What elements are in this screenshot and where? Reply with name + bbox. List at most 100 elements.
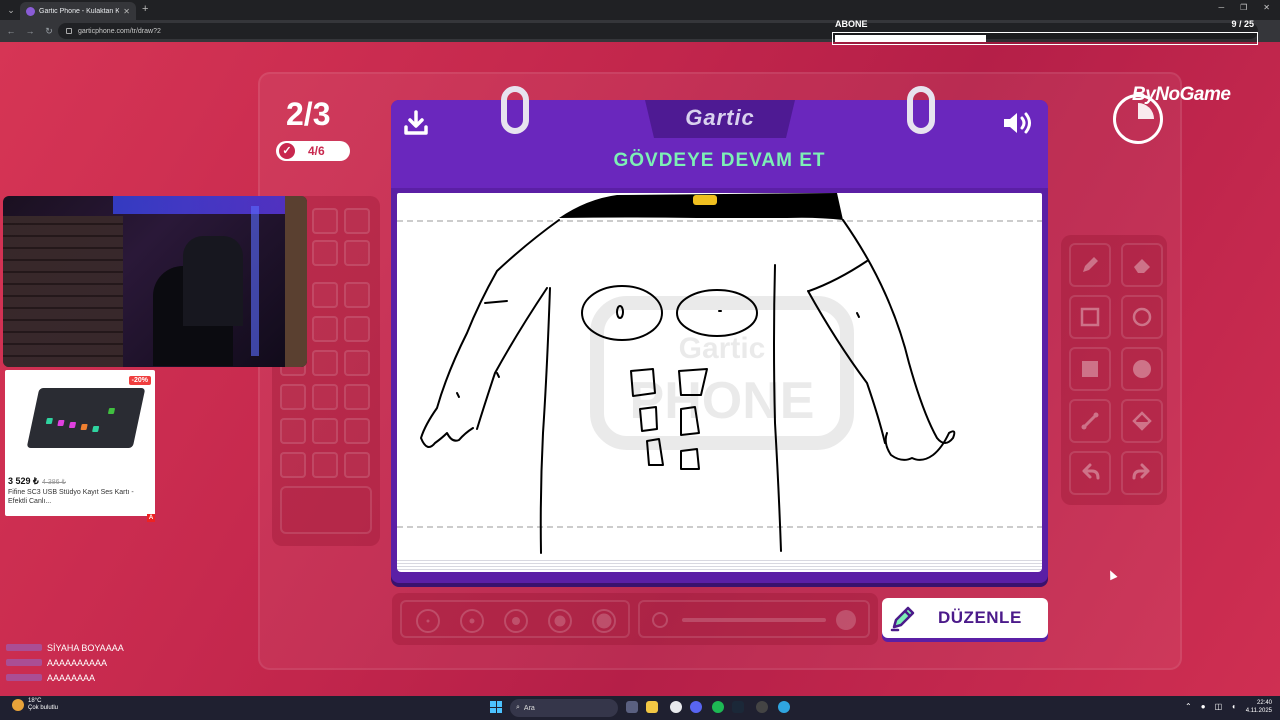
color-swatch[interactable] <box>344 316 370 342</box>
tray-overflow-icon[interactable]: ⌃ <box>1185 702 1192 711</box>
undo-icon <box>1082 463 1100 480</box>
color-swatch[interactable] <box>312 384 338 410</box>
site-info-icon[interactable] <box>66 28 72 34</box>
drawing-canvas[interactable]: Gartic PHONE <box>397 193 1042 569</box>
webcam-light-side <box>251 206 259 356</box>
brush-size-2[interactable] <box>460 609 484 633</box>
chat-message: AAAAAAAAAA <box>6 655 124 670</box>
tab-title: Gartic Phone - Kulaktan Kulağa <box>39 7 120 15</box>
network-icon[interactable]: ◫ <box>1215 702 1223 711</box>
tool-redo[interactable] <box>1121 451 1163 495</box>
weather-icon <box>12 699 24 711</box>
close-window-icon[interactable]: ✕ <box>1263 3 1270 12</box>
opacity-slider[interactable] <box>638 600 870 638</box>
chat-message-text: AAAAAAAA <box>47 672 96 683</box>
opacity-track[interactable] <box>682 618 826 622</box>
tool-ellipse-outline[interactable] <box>1121 295 1163 339</box>
tool-eraser[interactable] <box>1121 243 1163 287</box>
spotify-icon[interactable] <box>712 701 724 713</box>
steam-icon[interactable] <box>732 701 744 713</box>
bynogame-overlay: ByNoGame <box>1112 82 1242 144</box>
microphone-icon[interactable]: ● <box>1201 702 1206 711</box>
color-swatch[interactable] <box>280 452 306 478</box>
color-swatch[interactable] <box>312 418 338 444</box>
clock-date: 4.11.2025 <box>1245 708 1272 714</box>
browser-tab[interactable]: Gartic Phone - Kulaktan Kulağa ✕ <box>20 2 136 20</box>
chat-username <box>6 674 42 681</box>
obs-icon[interactable] <box>756 701 768 713</box>
brush-size-5[interactable] <box>592 609 616 633</box>
search-icon: ⌕ <box>516 704 520 711</box>
sound-icon[interactable] <box>1001 110 1035 136</box>
color-swatch[interactable] <box>312 350 338 376</box>
tool-pencil[interactable] <box>1069 243 1111 287</box>
color-swatch[interactable] <box>344 384 370 410</box>
product-image <box>26 388 146 448</box>
tool-undo[interactable] <box>1069 451 1111 495</box>
weather-widget[interactable]: 18°C Çok bulutlu <box>12 698 58 712</box>
product-ad[interactable]: -20% 3 529 ₺ 4 386 ₺ Fifine SC3 USB Stüd… <box>5 370 155 522</box>
custom-color-swatch[interactable] <box>280 486 372 534</box>
brush-size-3[interactable] <box>504 609 528 633</box>
color-swatch[interactable] <box>312 282 338 308</box>
players-done-count: 4/6 <box>308 144 325 158</box>
binder-ring-left <box>501 86 529 134</box>
download-icon[interactable] <box>403 110 429 136</box>
color-swatch[interactable] <box>344 282 370 308</box>
reload-icon[interactable]: ↻ <box>41 26 57 37</box>
minimize-icon[interactable]: ─ <box>1218 3 1224 12</box>
taskbar-search[interactable]: ⌕ Ara <box>510 699 618 717</box>
chrome-icon[interactable] <box>670 701 682 713</box>
color-swatch[interactable] <box>312 316 338 342</box>
tool-rectangle-filled[interactable] <box>1069 347 1111 391</box>
drawing-strokes: Gartic PHONE <box>397 193 1042 554</box>
webcam-shelf <box>285 196 307 367</box>
gartic-logo: Gartic <box>685 105 755 130</box>
subscriber-goal-label: ABONE <box>835 19 868 29</box>
tool-ellipse-filled[interactable] <box>1121 347 1163 391</box>
color-swatch[interactable] <box>344 208 370 234</box>
system-clock[interactable]: 22:40 4.11.2025 <box>1246 699 1272 715</box>
color-swatch[interactable] <box>312 208 338 234</box>
brush-size-1[interactable] <box>416 609 440 633</box>
volume-icon[interactable]: ◖ <box>1231 702 1236 711</box>
weather-desc: Çok bulutlu <box>28 705 59 711</box>
edge-icon[interactable] <box>778 701 790 713</box>
webcam-light <box>113 196 303 214</box>
weather-temp: 18°C <box>28 698 42 704</box>
restore-icon[interactable]: ❐ <box>1240 3 1247 12</box>
drawing-panel: Gartic GÖVDEYE DEVAM ET Gartic PHONE <box>391 86 1048 583</box>
system-tray: ⌃ ● ◫ ◖ <box>1185 702 1236 711</box>
ad-marker-icon: A <box>147 514 155 522</box>
back-icon[interactable]: ← <box>3 26 19 36</box>
color-swatch[interactable] <box>344 240 370 266</box>
close-tab-icon[interactable]: ✕ <box>123 7 130 16</box>
tool-fill-bucket[interactable] <box>1121 399 1163 443</box>
color-swatch[interactable] <box>280 418 306 444</box>
pencil-icon <box>890 606 915 632</box>
color-swatch[interactable] <box>344 418 370 444</box>
task-view-icon[interactable] <box>626 701 638 713</box>
tool-rectangle-outline[interactable] <box>1069 295 1111 339</box>
new-tab-icon[interactable]: + <box>142 3 148 15</box>
brush-controls <box>392 593 878 645</box>
color-swatch[interactable] <box>312 240 338 266</box>
edit-button[interactable]: DÜZENLE <box>882 598 1048 638</box>
discord-icon[interactable] <box>690 701 702 713</box>
color-swatch[interactable] <box>344 350 370 376</box>
redo-icon <box>1132 463 1150 480</box>
file-explorer-icon[interactable] <box>646 701 658 713</box>
tab-search-icon[interactable]: ⌄ <box>4 3 18 17</box>
chat-message-text: AAAAAAAAAA <box>47 657 108 668</box>
url-text: garticphone.com/tr/draw?2 <box>78 27 161 35</box>
color-swatch[interactable] <box>344 452 370 478</box>
fill-bucket-icon <box>1132 411 1152 431</box>
color-swatch[interactable] <box>280 384 306 410</box>
start-icon[interactable] <box>490 701 502 713</box>
eraser-icon <box>1134 259 1150 273</box>
tool-line[interactable] <box>1069 399 1111 443</box>
forward-icon[interactable]: → <box>22 26 38 36</box>
brush-size-4[interactable] <box>548 609 572 633</box>
drawing-prompt: GÖVDEYE DEVAM ET <box>613 150 826 171</box>
color-swatch[interactable] <box>312 452 338 478</box>
